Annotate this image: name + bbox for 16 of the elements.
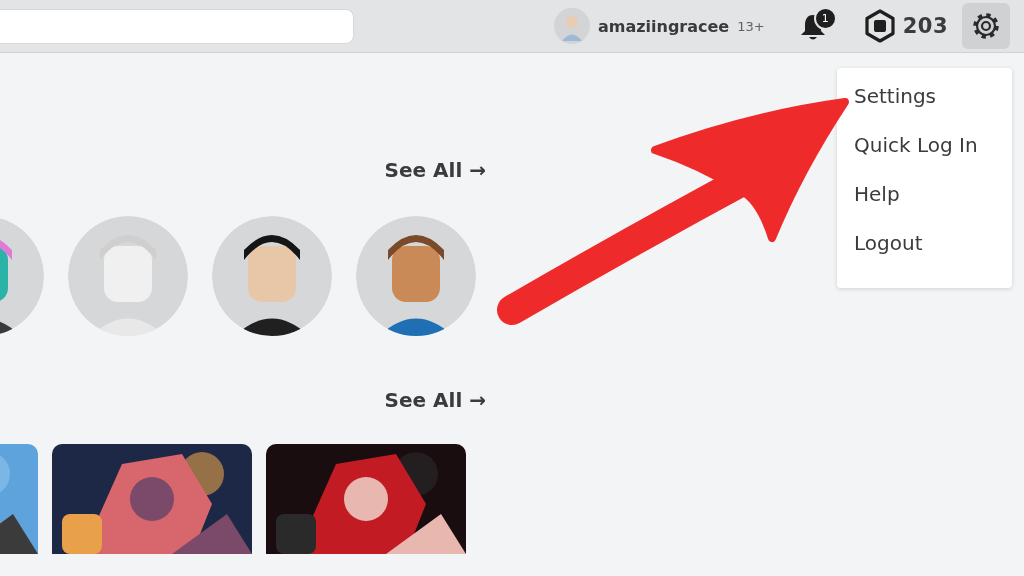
robux-icon[interactable] bbox=[862, 9, 897, 43]
search-field[interactable] bbox=[0, 8, 354, 44]
menu-item[interactable]: Help bbox=[837, 178, 1012, 227]
age-label: 13+ bbox=[737, 18, 765, 34]
menu-item[interactable]: Quick Log In bbox=[837, 129, 1012, 178]
settings-button[interactable] bbox=[962, 3, 1010, 49]
avatar[interactable] bbox=[212, 216, 332, 336]
avatar[interactable] bbox=[356, 216, 476, 336]
settings-icon bbox=[970, 10, 1002, 42]
menu-item[interactable]: Settings bbox=[837, 80, 1012, 129]
username[interactable]: amaziingracee bbox=[597, 16, 730, 36]
see-all-link[interactable]: See All → bbox=[384, 388, 486, 414]
see-all-link[interactable]: See All → bbox=[384, 158, 486, 184]
robux-amount[interactable]: 203 bbox=[902, 14, 948, 38]
menu-item[interactable]: Logout bbox=[837, 227, 1012, 276]
notification-badge: 1 bbox=[813, 7, 837, 30]
